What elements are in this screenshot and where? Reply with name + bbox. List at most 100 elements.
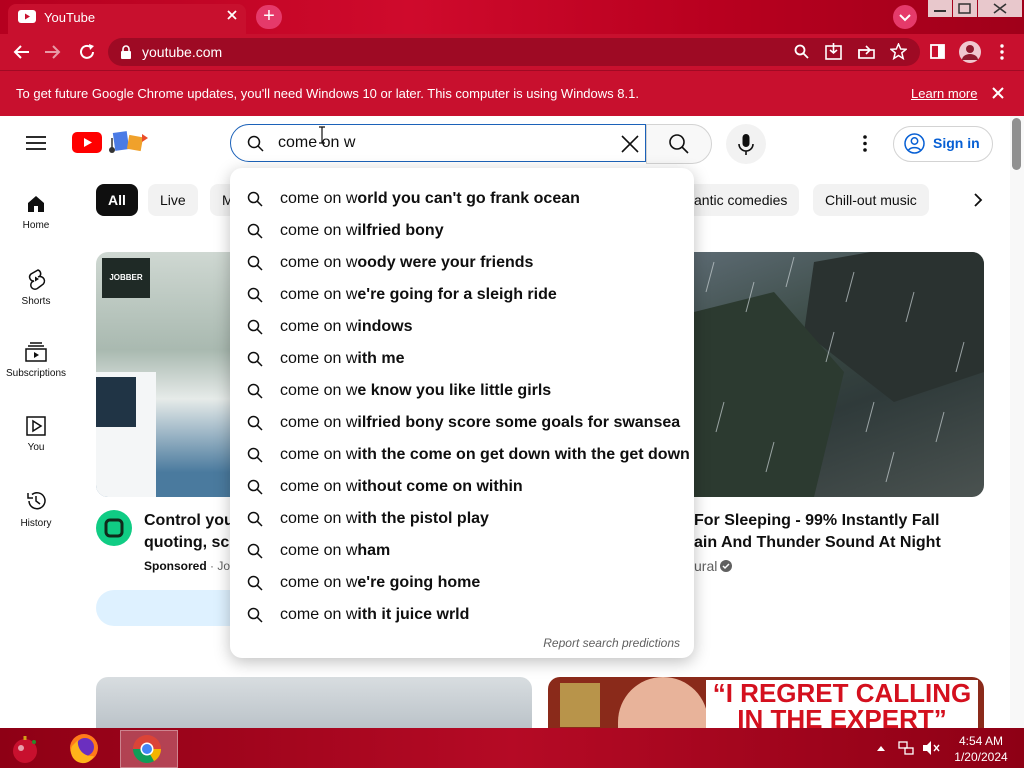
settings-kebab-icon[interactable] [862, 135, 868, 152]
search-button[interactable] [646, 124, 712, 164]
youtube-logo-icon[interactable] [72, 132, 102, 153]
search-icon [247, 351, 263, 367]
van-window [96, 377, 136, 427]
suggestion-item[interactable]: come on we know you like little girls [230, 375, 694, 407]
forward-icon[interactable] [44, 44, 62, 60]
jobber-badge: JOBBER [102, 258, 150, 298]
video-channel-rain[interactable]: ural [694, 558, 717, 574]
search-icon [247, 607, 263, 623]
chips-next-icon[interactable] [972, 192, 984, 208]
thumbnail-face [618, 677, 708, 732]
suggestion-item[interactable]: come on without come on within [230, 471, 694, 503]
search-icon [247, 319, 263, 335]
suggestion-completion: ith me [357, 350, 405, 367]
firefox-taskbar-icon[interactable] [68, 732, 100, 764]
video-title-rain[interactable]: For Sleeping - 99% Instantly Fall ain An… [694, 510, 941, 554]
suggestion-completion: orld you can't go frank ocean [357, 190, 580, 207]
sidebar-item-history[interactable]: History [0, 490, 72, 529]
back-icon[interactable] [12, 44, 30, 60]
volume-muted-icon[interactable] [922, 740, 940, 756]
new-tab-button[interactable]: + [256, 5, 282, 29]
suggestion-item[interactable]: come on we're going home [230, 567, 694, 599]
chip-chill-out-music[interactable]: Chill-out music [813, 184, 929, 216]
sidebar-label-shorts: Shorts [21, 296, 51, 307]
learn-more-link[interactable]: Learn more [911, 86, 977, 101]
suggestion-prefix: come on w [280, 382, 358, 399]
search-icon [247, 287, 263, 303]
suggestion-prefix: come on w [280, 350, 358, 367]
info-bar-close-icon[interactable] [992, 83, 1004, 99]
share-icon[interactable] [858, 44, 875, 59]
search-icon [247, 511, 263, 527]
sponsored-label: Sponsored [144, 559, 207, 573]
search-input[interactable]: come on w [278, 134, 355, 152]
video-title-ad[interactable]: Control your quoting, sch [144, 510, 230, 554]
chip-live[interactable]: Live [148, 184, 198, 216]
reload-icon[interactable] [78, 43, 96, 61]
suggestion-prefix: come on w [280, 222, 358, 239]
doodle-logo-icon[interactable] [106, 130, 150, 156]
guide-menu-icon[interactable] [26, 135, 46, 151]
suggestion-completion: ith the pistol play [357, 510, 489, 527]
clear-search-icon[interactable] [620, 134, 640, 154]
profile-avatar-icon[interactable] [959, 41, 981, 63]
chip-romantic-comedies[interactable]: antic comedies [694, 184, 800, 216]
suggestion-prefix: come on w [280, 254, 358, 271]
tab-search-button[interactable] [893, 5, 917, 29]
voice-search-button[interactable] [726, 124, 766, 164]
suggestion-item[interactable]: come on wham [230, 535, 694, 567]
shorts-icon [28, 269, 46, 290]
chrome-menu-icon[interactable] [999, 44, 1005, 60]
microphone-icon [738, 134, 754, 155]
side-panel-icon[interactable] [930, 44, 945, 59]
suggestion-item[interactable]: come on with the pistol play [230, 503, 694, 535]
sidebar-item-shorts[interactable]: Shorts [0, 268, 72, 307]
suggestion-prefix: come on w [280, 574, 358, 591]
suggestion-item[interactable]: come on wilfried bony [230, 215, 694, 247]
clock-date: 1/20/2024 [954, 750, 1008, 764]
zoom-search-icon[interactable] [794, 44, 809, 59]
suggestion-item[interactable]: come on with me [230, 343, 694, 375]
suggestion-completion: ham [357, 542, 391, 559]
suggestion-item[interactable]: come on wilfried bony score some goals f… [230, 407, 694, 439]
start-button-icon[interactable] [8, 732, 42, 766]
search-icon [247, 543, 263, 559]
search-icon [247, 575, 263, 591]
install-app-icon[interactable] [825, 43, 842, 60]
suggestion-item[interactable]: come on world you can't go frank ocean [230, 183, 694, 215]
video-meta-ad: Sponsored · Jo [144, 559, 230, 573]
suggestion-prefix: come on w [280, 446, 358, 463]
video-thumbnail-rain[interactable] [694, 252, 984, 497]
suggestion-completion: e know you like little girls [357, 382, 552, 399]
suggestion-item[interactable]: come on woody were your friends [230, 247, 694, 279]
lock-icon[interactable] [120, 45, 132, 59]
suggestion-item[interactable]: come on we're going for a sleigh ride [230, 279, 694, 311]
history-logo [560, 683, 600, 727]
sidebar-item-subscriptions[interactable]: Subscriptions [0, 342, 72, 379]
chip-all[interactable]: All [96, 184, 138, 216]
channel-avatar-jobber[interactable] [96, 510, 132, 546]
suggestion-item[interactable]: come on windows [230, 311, 694, 343]
system-clock[interactable]: 4:54 AM 1/20/2024 [950, 733, 1012, 765]
sidebar-label-history: History [20, 518, 52, 529]
page-scrollbar[interactable] [1010, 116, 1024, 728]
sidebar-item-home[interactable]: Home [0, 194, 72, 231]
search-icon [247, 191, 263, 207]
ad-cta-button[interactable] [96, 590, 230, 626]
tab-close-icon[interactable] [226, 9, 238, 21]
text-cursor-icon [318, 126, 326, 144]
sidebar-item-you[interactable]: You [0, 416, 72, 453]
suggestion-item[interactable]: come on with the come on get down with t… [230, 439, 694, 471]
video-thumbnail-snow[interactable] [96, 677, 532, 732]
report-search-predictions-link[interactable]: Report search predictions [543, 636, 680, 650]
suggestion-item[interactable]: come on with it juice wrld [230, 599, 694, 631]
sidebar-label-you: You [27, 442, 45, 453]
video-title-ad-line1: Control your [144, 512, 230, 529]
bookmark-star-icon[interactable] [890, 43, 907, 60]
sign-in-label: Sign in [933, 135, 980, 151]
video-thumbnail-ad[interactable]: JOBBER [96, 252, 230, 497]
scrollbar-thumb[interactable] [1012, 118, 1021, 170]
network-icon[interactable] [898, 740, 914, 756]
show-hidden-icons-icon[interactable] [876, 744, 886, 752]
account-icon [904, 133, 925, 154]
